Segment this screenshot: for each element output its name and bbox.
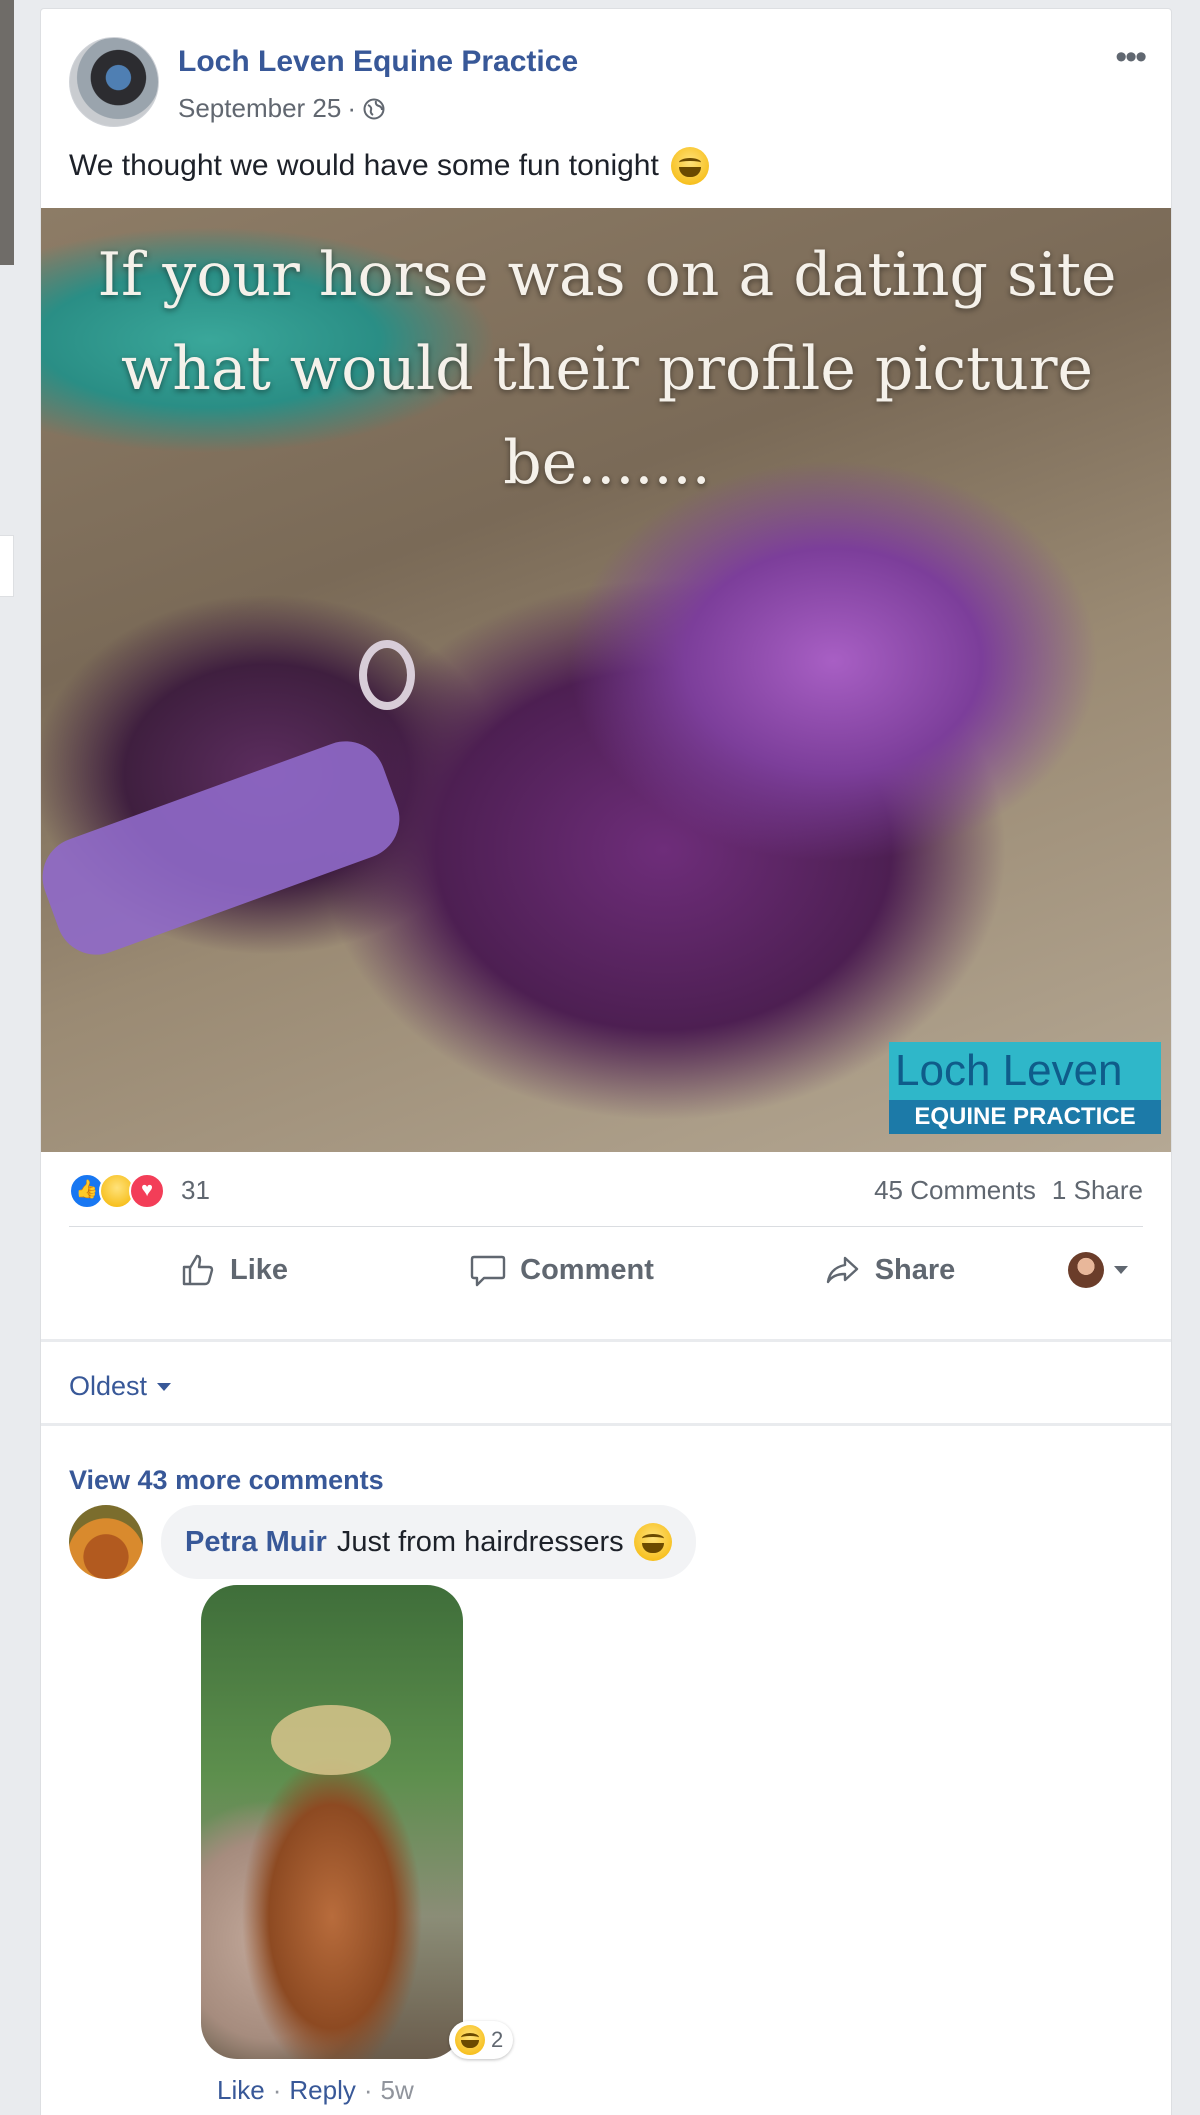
post-text: We thought we would have some fun tonigh… [69,147,709,185]
reaction-summary[interactable]: 31 [69,1172,210,1209]
photo-caption: If your horse was on a dating site what … [41,228,1171,510]
post-actions: Like Comment Share [69,1235,1143,1305]
like-button[interactable]: Like [69,1250,397,1290]
background-left-edge [0,0,14,265]
comment-author-link[interactable]: Petra Muir [185,1526,327,1559]
share-arrow-icon [826,1256,858,1284]
comment-photo[interactable] [201,1585,463,2059]
post-message: We thought we would have some fun tonigh… [69,149,659,182]
laughing-emoji-icon [633,1523,672,1561]
globe-icon [363,98,385,119]
reactions-bar: 31 45 Comments 1 Share [69,1169,1143,1227]
comment-sort-selector[interactable]: Oldest [69,1371,172,1402]
actions-divider [41,1339,1171,1342]
logo-top-text: Loch Leven [889,1042,1161,1100]
more-options-icon[interactable]: ••• [1115,40,1147,74]
comment-reply-link[interactable]: Reply [289,2075,355,2106]
chevron-down-icon [1114,1266,1128,1274]
comment-button[interactable]: Comment [397,1250,725,1290]
post-date[interactable]: September 25 [178,93,341,124]
like-label: Like [229,1253,289,1286]
caption-line-1: If your horse was on a dating site [97,240,1117,310]
commenter-avatar[interactable] [69,1505,143,1579]
photo-halter-ring [359,640,415,710]
sort-label: Oldest [69,1371,148,1401]
viewer-avatar [1068,1252,1104,1288]
post-header: Loch Leven Equine Practice September 25 … [69,37,1151,127]
comment-timestamp[interactable]: 5w [381,2075,414,2106]
post-as-selector[interactable] [1053,1252,1143,1288]
comment-label: Comment [520,1253,654,1286]
caption-line-2: what would their profile picture [120,334,1094,404]
comment-bubble: Petra Muir Just from hairdressers [161,1505,696,1579]
comment-action-sep: · [363,2075,373,2105]
post-photo[interactable]: If your horse was on a dating site what … [41,208,1171,1152]
haha-reaction-icon [455,2025,485,2055]
sort-chevron-down-icon [157,1382,172,1391]
page-avatar[interactable] [69,37,159,127]
background-left-panel [0,535,14,597]
share-button[interactable]: Share [725,1250,1053,1290]
love-reaction-icon [129,1172,165,1209]
post-card: Loch Leven Equine Practice September 25 … [40,8,1172,2115]
comment-action-sep: · [272,2075,282,2105]
reaction-count[interactable]: 31 [181,1175,210,1206]
sort-divider [41,1423,1171,1426]
page-name-link[interactable]: Loch Leven Equine Practice [178,45,578,79]
caption-line-3: be....... [503,428,711,498]
comments-count-link[interactable]: 45 Comments [874,1175,1036,1206]
comment-text: Just from hairdressers [336,1525,624,1558]
view-more-comments-link[interactable]: View 43 more comments [69,1465,384,1496]
comment-actions: Like · Reply · 5w [217,2075,414,2106]
comment-bubble-icon [470,1255,506,1287]
photo-halter [41,730,411,966]
post-meta: September 25 · [178,93,386,124]
comment-like-link[interactable]: Like [217,2075,265,2106]
meta-separator: · [347,93,356,123]
practice-logo: Loch Leven EQUINE PRACTICE [889,1042,1161,1134]
thumbs-up-icon [182,1254,214,1286]
comment-reaction-badge[interactable]: 2 [449,2021,514,2059]
logo-bottom-text: EQUINE PRACTICE [889,1100,1161,1134]
engagement-counts: 45 Comments 1 Share [874,1175,1143,1206]
share-label: Share [874,1253,956,1286]
grinning-emoji-icon [670,147,709,185]
shares-count-link[interactable]: 1 Share [1052,1175,1143,1206]
comment-photo-hay [271,1705,391,1775]
comment-reaction-count: 2 [491,2027,504,2052]
